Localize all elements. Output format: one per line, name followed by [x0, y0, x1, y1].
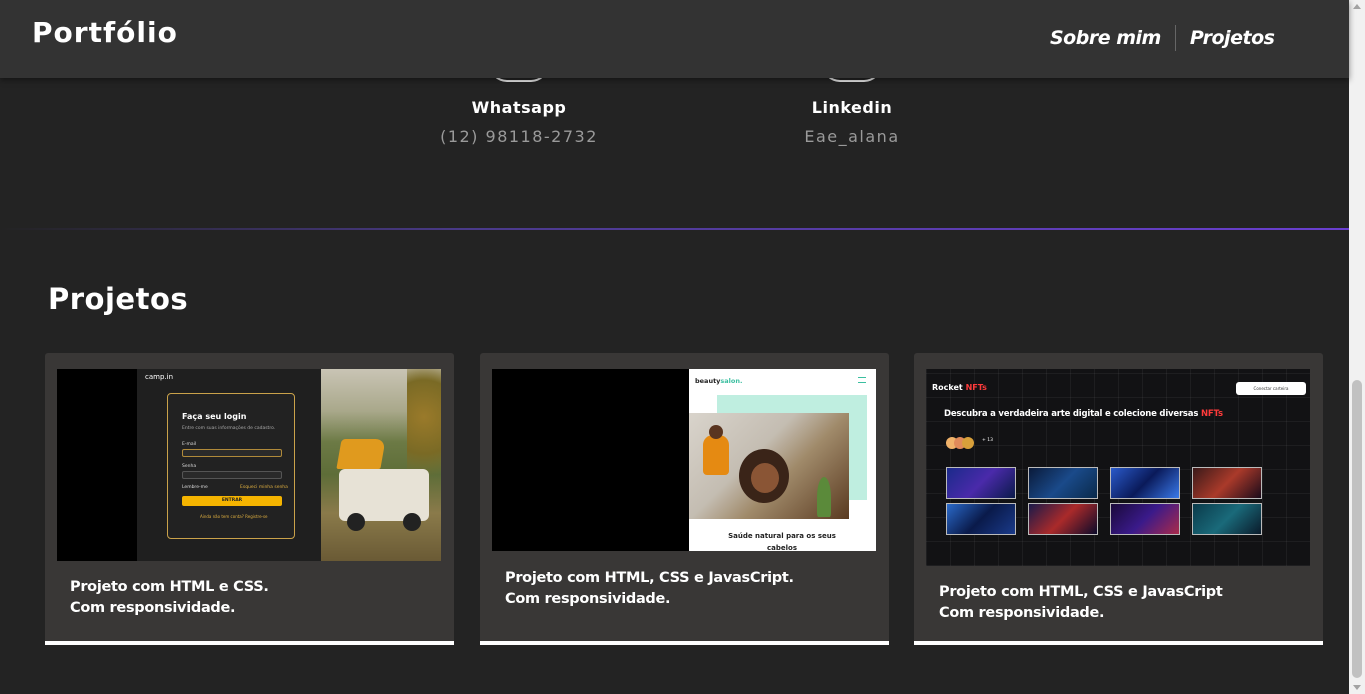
- scroll-up-icon[interactable]: [1353, 4, 1361, 9]
- preview-heading: Saúde natural para os seus cabelos: [699, 530, 865, 551]
- project-card-1[interactable]: camp.in Faça seu login Entre com suas in…: [45, 353, 454, 645]
- preview-brand-b: NFTs: [965, 383, 987, 392]
- nav-divider: [1174, 25, 1176, 51]
- preview-signup-link: Ainda não tem conta? Registre-se: [200, 514, 268, 519]
- preview-form-subtitle: Entre com suas informações de cadastro.: [182, 426, 276, 431]
- preview-plant: [817, 477, 831, 517]
- contact-title: Linkedin: [811, 98, 893, 117]
- preview-tent: [336, 439, 386, 469]
- project-desc-line: Com responsividade.: [505, 591, 671, 607]
- preview-brand: beautysalon.: [695, 377, 742, 385]
- nav-projetos[interactable]: Projetos: [1190, 27, 1275, 49]
- main-nav: Sobre mim Projetos: [1050, 25, 1275, 51]
- project-desc-line: Projeto com HTML, CSS e JavasCript: [939, 584, 1223, 600]
- project-desc-line: Projeto com HTML, CSS e JavasCript.: [505, 570, 794, 586]
- preview-wheel: [403, 513, 421, 531]
- preview-password-input: [182, 471, 282, 479]
- scrollbar-thumb[interactable]: [1352, 380, 1362, 678]
- preview-person-face: [751, 463, 779, 493]
- preview-wheel: [347, 513, 365, 531]
- project-card-3[interactable]: Rocket NFTs Conectar carteira Descubra a…: [914, 353, 1323, 645]
- project-description: Projeto com HTML, CSS e JavasCript. Com …: [505, 568, 794, 610]
- project-preview-image[interactable]: camp.in Faça seu login Entre com suas in…: [57, 369, 441, 561]
- nft-thumb: [1110, 503, 1180, 535]
- project-desc-line: Com responsividade.: [939, 605, 1105, 621]
- preview-heading: Descubra a verdadeira arte digital e col…: [944, 409, 1223, 419]
- preview-avatars: [946, 437, 976, 449]
- preview-remember: Lembre-me: [182, 485, 208, 490]
- preview-brand: camp.in: [145, 373, 174, 381]
- nft-thumb: [1028, 467, 1098, 499]
- preview-brand-a: beauty: [695, 377, 721, 385]
- nft-thumb: [1192, 467, 1262, 499]
- project-description: Projeto com HTML e CSS. Com responsivida…: [70, 577, 269, 619]
- project-desc-line: Com responsividade.: [70, 600, 236, 616]
- preview-count: + 13: [982, 438, 993, 443]
- nft-thumb: [1110, 467, 1180, 499]
- site-header: Portfólio Sobre mim Projetos: [0, 0, 1349, 78]
- nft-thumb: [946, 467, 1016, 499]
- contact-value: Eae_alana: [804, 127, 900, 146]
- projects-heading: Projetos: [48, 282, 189, 316]
- nft-thumb: [946, 503, 1016, 535]
- page-scrollbar[interactable]: [1349, 0, 1365, 694]
- project-card-2[interactable]: beautysalon. Saúde natural para os seus c…: [480, 353, 889, 645]
- project-desc-line: Projeto com HTML e CSS.: [70, 579, 269, 595]
- nft-thumb: [1192, 503, 1262, 535]
- menu-icon: [858, 377, 866, 383]
- nft-thumb: [1028, 503, 1098, 535]
- site-logo[interactable]: Portfólio: [32, 16, 178, 49]
- preview-heading-b: os seus: [806, 532, 836, 540]
- project-preview-image[interactable]: beautysalon. Saúde natural para os seus c…: [492, 369, 876, 551]
- project-description: Projeto com HTML, CSS e JavasCript Com r…: [939, 582, 1223, 624]
- section-divider: [0, 228, 1349, 230]
- avatar: [962, 437, 974, 449]
- preview-heading-a: Descubra a verdadeira arte digital e col…: [944, 409, 1199, 419]
- preview-heading-a: Saúde natural para: [728, 532, 804, 540]
- preview-person: [703, 435, 729, 475]
- scroll-down-icon[interactable]: [1353, 685, 1361, 690]
- preview-brand: Rocket NFTs: [932, 383, 987, 392]
- preview-login-button: ENTRAR: [182, 496, 282, 506]
- preview-forgot: Esqueci minha senha: [240, 485, 288, 490]
- preview-login-form: Faça seu login Entre com suas informaçõe…: [167, 393, 295, 539]
- preview-heading-c: cabelos: [766, 544, 797, 551]
- preview-form-title: Faça seu login: [182, 412, 247, 421]
- preview-site: beautysalon. Saúde natural para os seus c…: [689, 369, 876, 551]
- preview-email-label: E-mail: [182, 442, 197, 447]
- contact-value: (12) 98118-2732: [440, 127, 598, 146]
- nav-sobre-mim[interactable]: Sobre mim: [1050, 27, 1161, 49]
- project-preview-image[interactable]: Rocket NFTs Conectar carteira Descubra a…: [926, 369, 1310, 566]
- preview-heading-b: NFTs: [1200, 409, 1223, 419]
- preview-brand-b: salon.: [720, 377, 743, 385]
- preview-person-head: [709, 425, 723, 439]
- contact-title: Whatsapp: [471, 98, 567, 117]
- preview-connect-button: Conectar carteira: [1236, 382, 1306, 395]
- preview-brand-a: Rocket: [932, 383, 963, 392]
- preview-email-input: [182, 449, 282, 457]
- preview-password-label: Senha: [182, 464, 197, 469]
